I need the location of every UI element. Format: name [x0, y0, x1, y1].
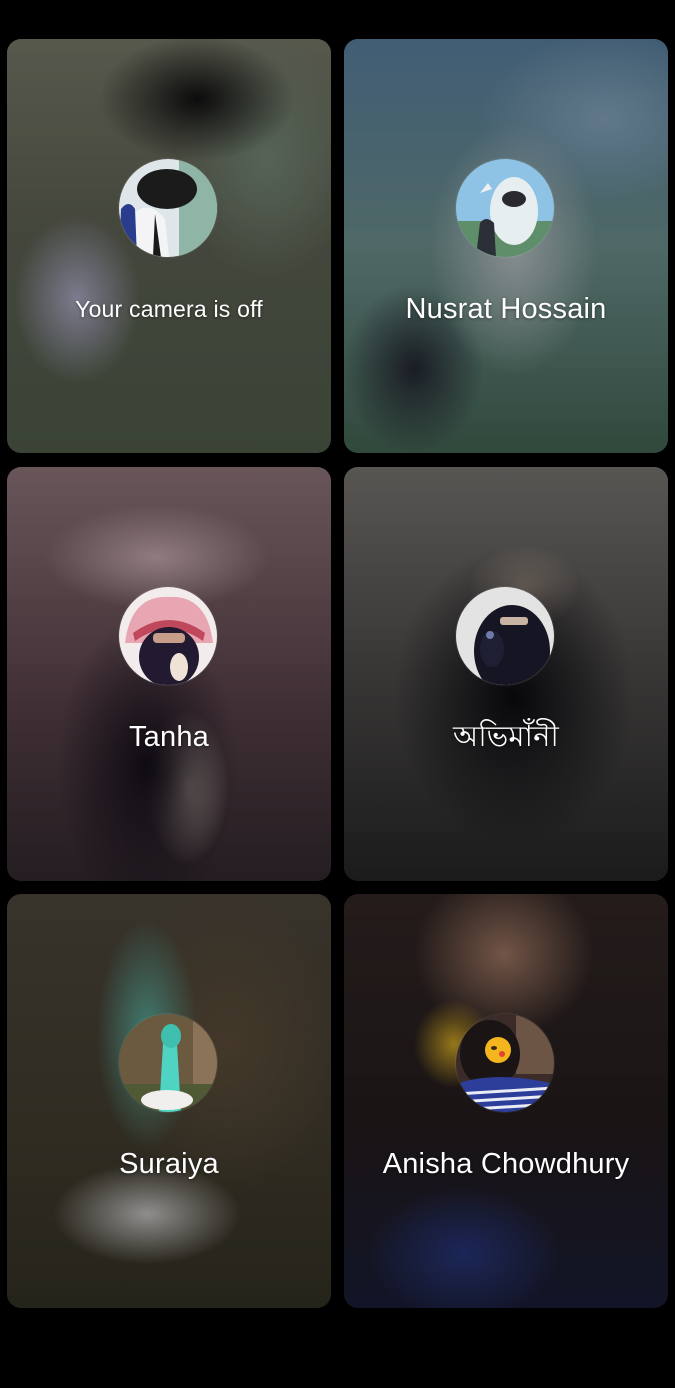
participant-avatar: [119, 1014, 217, 1112]
avatar-photo: [456, 159, 554, 257]
participant-tile[interactable]: অভিমাঁনী: [344, 467, 668, 881]
participant-avatar: [119, 159, 217, 257]
call-participant-grid: Your camera is off Nusrat Hossain Tanha …: [0, 0, 675, 1388]
participant-tile-self[interactable]: Your camera is off: [7, 39, 331, 453]
participant-name: Nusrat Hossain: [405, 293, 607, 325]
avatar-photo: [456, 587, 554, 685]
participant-tile[interactable]: Nusrat Hossain: [344, 39, 668, 453]
participant-name: Anisha Chowdhury: [382, 1148, 630, 1180]
avatar-photo: [456, 1014, 554, 1112]
avatar-photo: [119, 587, 217, 685]
participant-tile[interactable]: Tanha: [7, 467, 331, 881]
participant-avatar: [456, 1014, 554, 1112]
participant-name: Tanha: [128, 721, 209, 753]
participant-avatar: [119, 587, 217, 685]
participant-tile[interactable]: Suraiya: [7, 894, 331, 1308]
participant-name: অভিমাঁনী: [453, 721, 559, 753]
participant-tile[interactable]: Anisha Chowdhury: [344, 894, 668, 1308]
participant-avatar: [456, 159, 554, 257]
avatar-photo: [119, 1014, 217, 1112]
participant-avatar: [456, 587, 554, 685]
participant-name: Your camera is off: [75, 296, 263, 322]
participant-name: Suraiya: [119, 1148, 219, 1180]
avatar-photo-self: [119, 159, 217, 257]
